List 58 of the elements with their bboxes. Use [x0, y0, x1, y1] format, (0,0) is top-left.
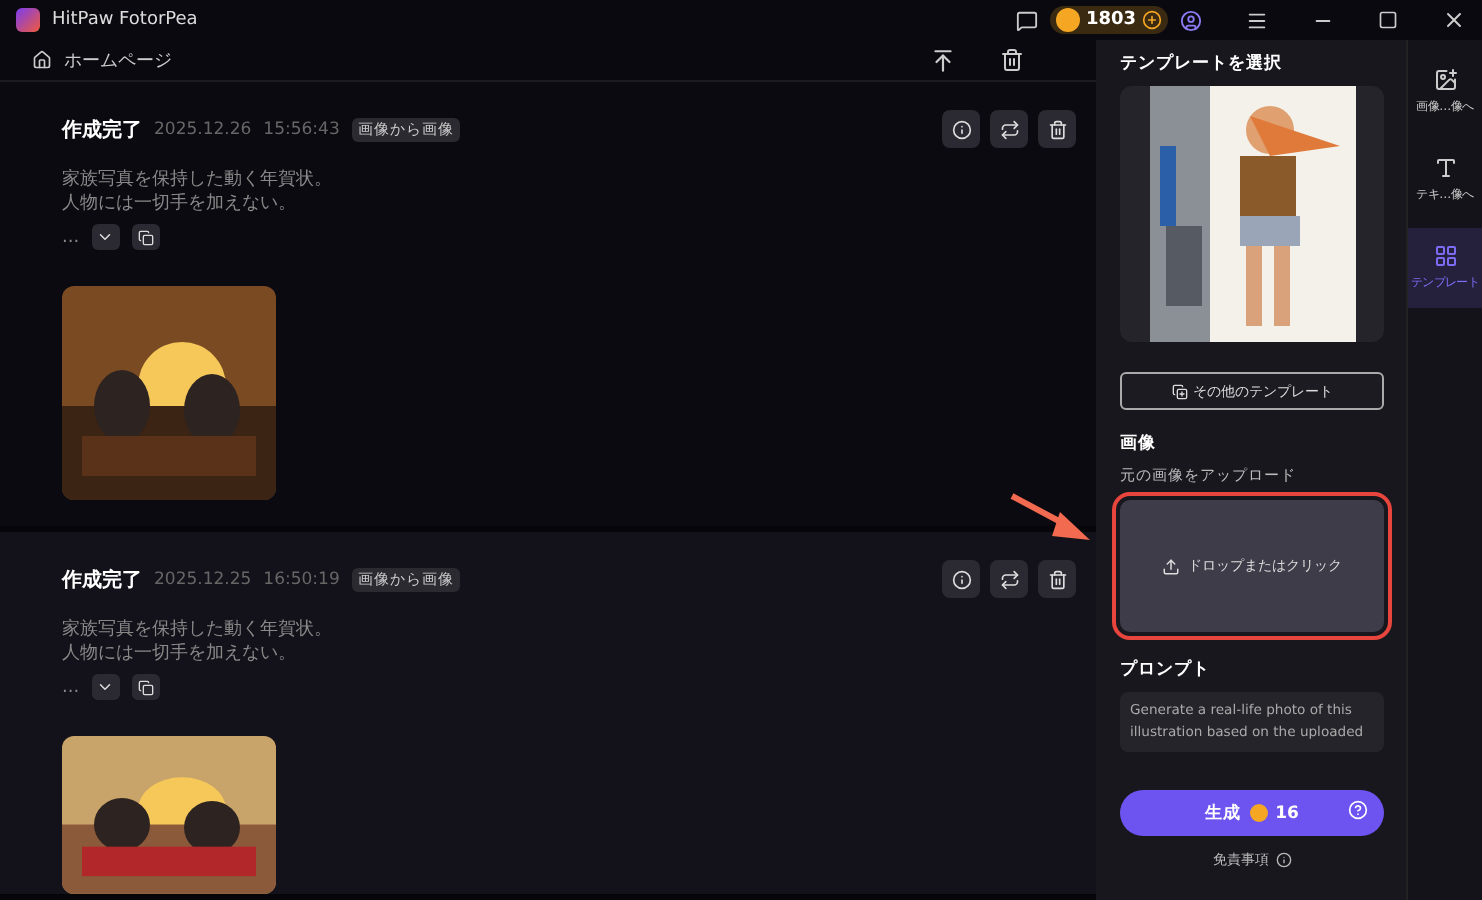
repeat-icon: [999, 119, 1019, 140]
regenerate-button[interactable]: [990, 560, 1028, 599]
info-icon: [951, 119, 971, 140]
credits-badge[interactable]: 1803: [1049, 6, 1168, 34]
chat-icon[interactable]: [1015, 9, 1038, 31]
expand-button[interactable]: [91, 674, 120, 701]
close-icon[interactable]: [1442, 8, 1466, 32]
trash-icon: [1047, 119, 1067, 140]
plus-icon: [1142, 10, 1162, 30]
user-icon[interactable]: [1180, 9, 1202, 31]
info-button[interactable]: [942, 110, 980, 149]
panel-title: テンプレートを選択: [1120, 52, 1284, 76]
copy-icon: [137, 679, 154, 696]
delete-button[interactable]: [1038, 110, 1076, 149]
copy-button[interactable]: [131, 224, 160, 251]
regenerate-button[interactable]: [990, 110, 1028, 149]
window-title: HitPaw FotorPea: [52, 10, 200, 30]
copy-plus-icon: [1171, 383, 1187, 399]
expand-button[interactable]: [91, 224, 120, 251]
record-status: 作成完了: [62, 116, 142, 144]
upload-icon: [1162, 557, 1180, 575]
delete-button[interactable]: [1038, 560, 1076, 599]
prompt-text: 家族写真を保持した動く年賀状。: [62, 168, 334, 193]
image-plus-icon: [1433, 68, 1457, 92]
home-icon[interactable]: [32, 50, 52, 71]
menu-icon[interactable]: [1246, 9, 1268, 31]
annotation-arrow-icon: [1008, 492, 1092, 544]
app-logo-icon: [16, 8, 40, 32]
ellipsis-text: ...: [62, 225, 80, 250]
prompt-text: 人物には一切手を加えない。: [62, 642, 298, 667]
grid-icon: [1433, 244, 1457, 268]
trash-icon: [1047, 569, 1067, 590]
info-icon: [1275, 852, 1291, 868]
coin-icon: [1055, 8, 1080, 32]
scroll-top-icon[interactable]: [930, 47, 956, 74]
trash-icon[interactable]: [1000, 48, 1024, 73]
prompt-text: 家族写真を保持した動く年賀状。: [62, 618, 334, 643]
copy-button[interactable]: [131, 674, 160, 701]
record-date: 2025.12.26: [154, 119, 252, 140]
prompt-heading: プロンプト: [1120, 658, 1212, 682]
help-icon: [1348, 800, 1368, 820]
record-time: 16:50:19: [263, 569, 340, 590]
template-preview[interactable]: [1120, 86, 1384, 342]
ellipsis-text: ...: [62, 675, 80, 700]
copy-icon: [137, 229, 154, 246]
record-time: 15:56:43: [263, 119, 340, 140]
info-button[interactable]: [942, 560, 980, 599]
record-date: 2025.12.25: [154, 569, 252, 590]
text-icon: [1433, 156, 1457, 180]
repeat-icon: [999, 569, 1019, 590]
image-heading: 画像: [1120, 432, 1158, 456]
prompt-text: 人物には一切手を加えない。: [62, 192, 298, 217]
home-link[interactable]: ホームページ: [64, 47, 918, 74]
info-icon: [951, 569, 971, 590]
maximize-icon[interactable]: [1378, 10, 1398, 30]
coin-icon: [1249, 804, 1268, 822]
generate-button[interactable]: 生成 16: [1120, 790, 1384, 836]
record-status: 作成完了: [62, 566, 142, 594]
